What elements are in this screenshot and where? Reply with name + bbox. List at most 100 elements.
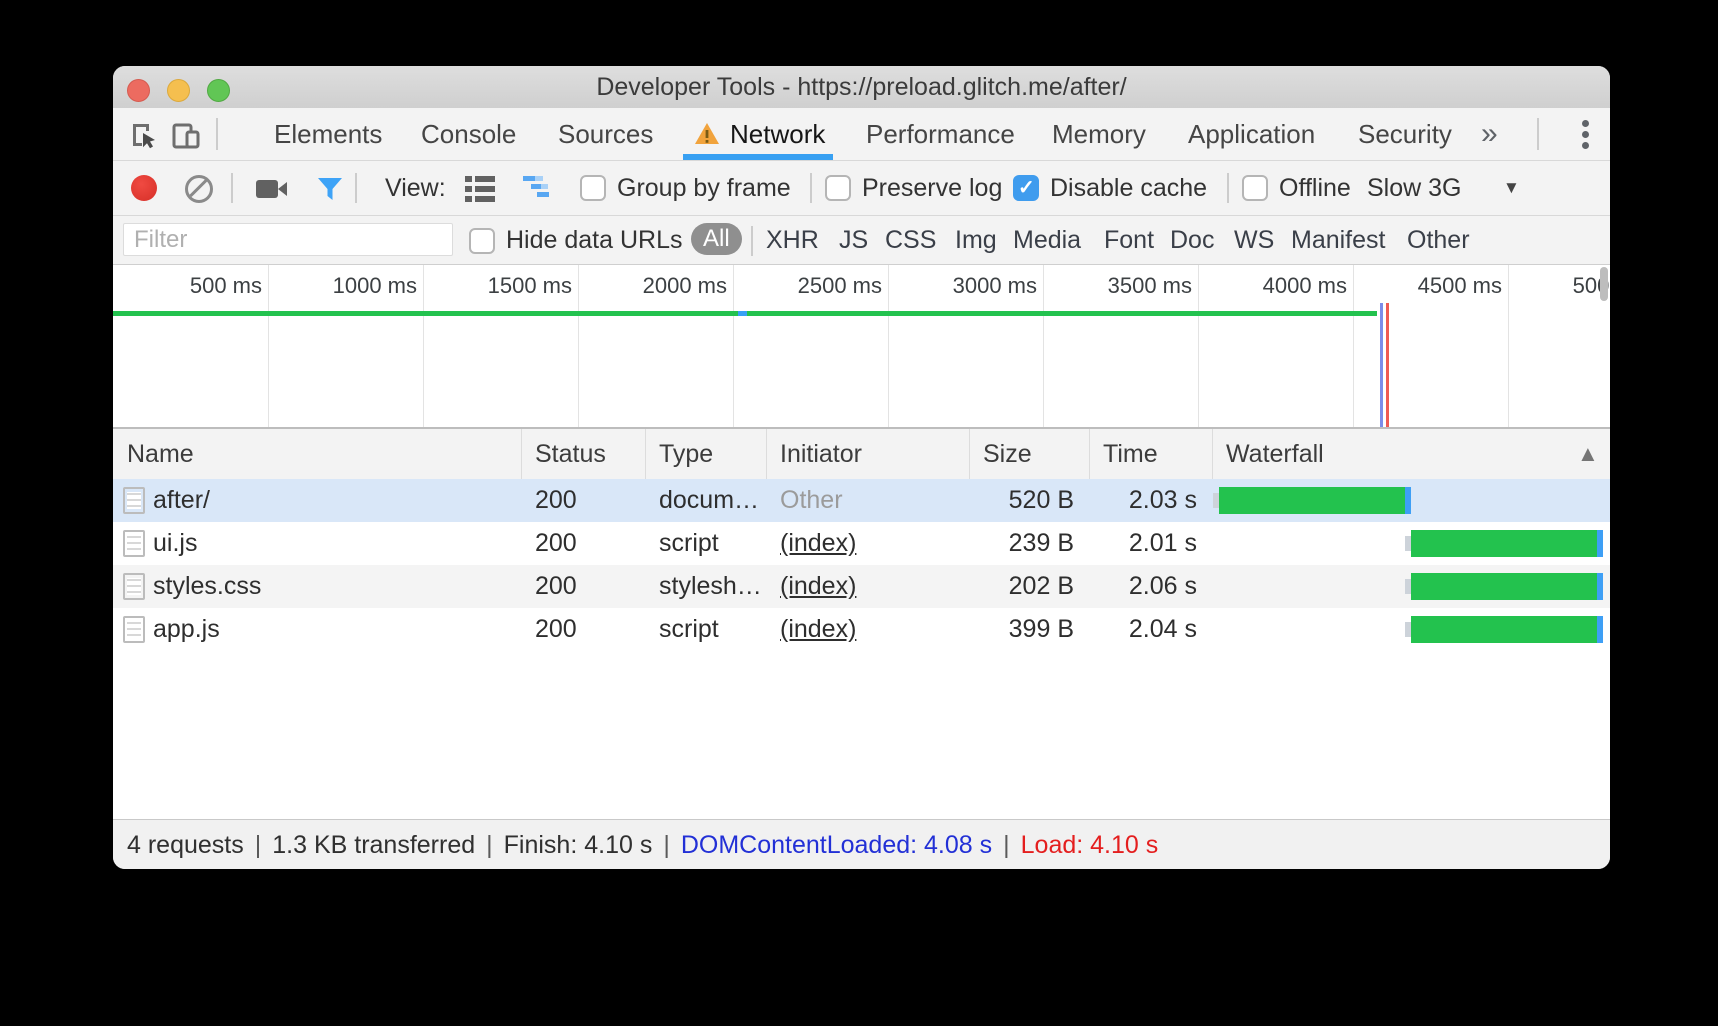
request-time: 2.04 s (1002, 608, 1197, 651)
divider (216, 118, 218, 150)
request-name[interactable]: ui.js (153, 522, 513, 565)
table-row[interactable]: app.js 200 script (index) 399 B 2.04 s (113, 608, 1610, 651)
tab-sources[interactable]: Sources (558, 108, 653, 160)
request-name[interactable]: app.js (153, 608, 513, 651)
divider (1537, 118, 1539, 150)
filter-type-js[interactable]: JS (839, 216, 868, 264)
request-time: 2.01 s (1002, 522, 1197, 565)
tab-memory[interactable]: Memory (1052, 108, 1146, 160)
ruler-tick-label: 1000 ms (277, 273, 417, 299)
tab-network[interactable]: Network (694, 108, 825, 160)
scrollbar-thumb[interactable] (1600, 267, 1608, 301)
inspect-element-icon[interactable] (129, 120, 159, 150)
window-title: Developer Tools - https://preload.glitch… (113, 66, 1610, 108)
group-by-frame-checkbox[interactable] (580, 175, 606, 201)
hide-data-urls-label[interactable]: Hide data URLs (506, 216, 682, 264)
filter-type-xhr[interactable]: XHR (766, 216, 819, 264)
network-summary-bar: 4 requests|1.3 KB transferred|Finish: 4.… (113, 819, 1610, 869)
ruler-gridline (423, 265, 424, 427)
column-header-status[interactable]: Status (535, 429, 606, 479)
throttling-select[interactable]: Slow 3G (1367, 161, 1461, 215)
tab-elements[interactable]: Elements (274, 108, 382, 160)
filter-type-ws[interactable]: WS (1234, 216, 1274, 264)
divider (1227, 173, 1229, 203)
divider (355, 173, 357, 203)
table-row[interactable]: ui.js 200 script (index) 239 B 2.01 s (113, 522, 1610, 565)
waterfall-bar[interactable] (1411, 530, 1603, 557)
ruler-tick-label: 500 ms (122, 273, 262, 299)
filter-type-doc[interactable]: Doc (1170, 216, 1214, 264)
filter-input[interactable] (123, 223, 453, 256)
waterfall-bar[interactable] (1411, 616, 1603, 643)
ruler-gridline (1353, 265, 1354, 427)
ruler-tick-label: 2500 ms (742, 273, 882, 299)
filter-type-img[interactable]: Img (955, 216, 997, 264)
request-type: docum… (659, 479, 761, 522)
ruler-tick-label: 5000 ms (1517, 273, 1610, 299)
filter-funnel-icon[interactable] (317, 176, 343, 202)
table-row[interactable]: styles.css 200 stylesh… (index) 202 B 2.… (113, 565, 1610, 608)
ruler-tick-label: 3000 ms (897, 273, 1037, 299)
list-view-icon[interactable] (465, 176, 495, 202)
column-header-type[interactable]: Type (659, 429, 713, 479)
titlebar[interactable]: Developer Tools - https://preload.glitch… (113, 66, 1610, 109)
document-icon (123, 487, 145, 514)
tab-security[interactable]: Security (1358, 108, 1452, 160)
column-header-size[interactable]: Size (983, 429, 1032, 479)
column-header-time[interactable]: Time (1103, 429, 1158, 479)
clear-network-log-button[interactable] (185, 175, 213, 203)
filter-type-css[interactable]: CSS (885, 216, 936, 264)
more-tabs-chevron-icon[interactable]: » (1481, 108, 1492, 160)
request-type: script (659, 522, 761, 565)
offline-checkbox[interactable] (1242, 175, 1268, 201)
sort-ascending-icon[interactable]: ▲ (1577, 429, 1599, 479)
filter-type-all[interactable]: All (691, 223, 742, 255)
column-header-initiator[interactable]: Initiator (780, 429, 862, 479)
overview-blue-tick (738, 311, 747, 316)
document-icon (123, 573, 145, 600)
dcl-event-line (1380, 303, 1383, 427)
ruler-gridline (1043, 265, 1044, 427)
preserve-log-checkbox[interactable] (825, 175, 851, 201)
preserve-log-label[interactable]: Preserve log (862, 161, 1002, 215)
request-name[interactable]: after/ (153, 479, 513, 522)
column-header-waterfall[interactable]: Waterfall (1226, 429, 1324, 479)
hide-data-urls-checkbox[interactable] (469, 228, 495, 254)
request-status: 200 (535, 522, 635, 565)
tab-application[interactable]: Application (1188, 108, 1315, 160)
filter-type-manifest[interactable]: Manifest (1291, 216, 1385, 264)
devtools-menu-kebab-icon[interactable] (1581, 116, 1589, 153)
table-row[interactable]: after/ 200 docum… Other 520 B 2.03 s (113, 479, 1610, 522)
summary-item: Load: 4.10 s (1021, 831, 1159, 859)
request-type: script (659, 608, 761, 651)
group-by-frame-label[interactable]: Group by frame (617, 161, 791, 215)
ruler-tick-label: 1500 ms (432, 273, 572, 299)
tab-console[interactable]: Console (421, 108, 516, 160)
device-toolbar-icon[interactable] (171, 120, 201, 150)
record-network-log-button[interactable] (131, 175, 157, 201)
load-event-line (1386, 303, 1389, 427)
filter-bar: Hide data URLs All XHR JS CSS Img Media Font D… (113, 216, 1610, 265)
filter-type-other[interactable]: Other (1407, 216, 1470, 264)
document-icon (123, 616, 145, 643)
network-overview-timeline[interactable]: 500 ms1000 ms1500 ms2000 ms2500 ms3000 m… (113, 265, 1610, 429)
request-name[interactable]: styles.css (153, 565, 513, 608)
network-toolbar: View: Group by frame Preserve log Disabl… (113, 161, 1610, 216)
ruler-gridline (888, 265, 889, 427)
disable-cache-label[interactable]: Disable cache (1050, 161, 1207, 215)
column-header-name[interactable]: Name (127, 429, 194, 479)
waterfall-bar[interactable] (1219, 487, 1411, 514)
divider (810, 173, 812, 203)
summary-item: 1.3 KB transferred (272, 831, 475, 859)
filter-type-media[interactable]: Media (1013, 216, 1081, 264)
filter-type-font[interactable]: Font (1104, 216, 1154, 264)
requests-table-body: after/ 200 docum… Other 520 B 2.03 s ui.… (113, 479, 1610, 819)
disable-cache-checkbox[interactable] (1013, 175, 1039, 201)
screenshot-capture-icon[interactable] (256, 180, 290, 200)
tab-performance[interactable]: Performance (866, 108, 1015, 160)
waterfall-bar[interactable] (1411, 573, 1603, 600)
waterfall-view-icon[interactable] (523, 176, 555, 202)
offline-label[interactable]: Offline (1279, 161, 1351, 215)
throttling-dropdown-arrow-icon[interactable]: ▼ (1503, 161, 1520, 215)
ruler-tick-label: 4500 ms (1362, 273, 1502, 299)
